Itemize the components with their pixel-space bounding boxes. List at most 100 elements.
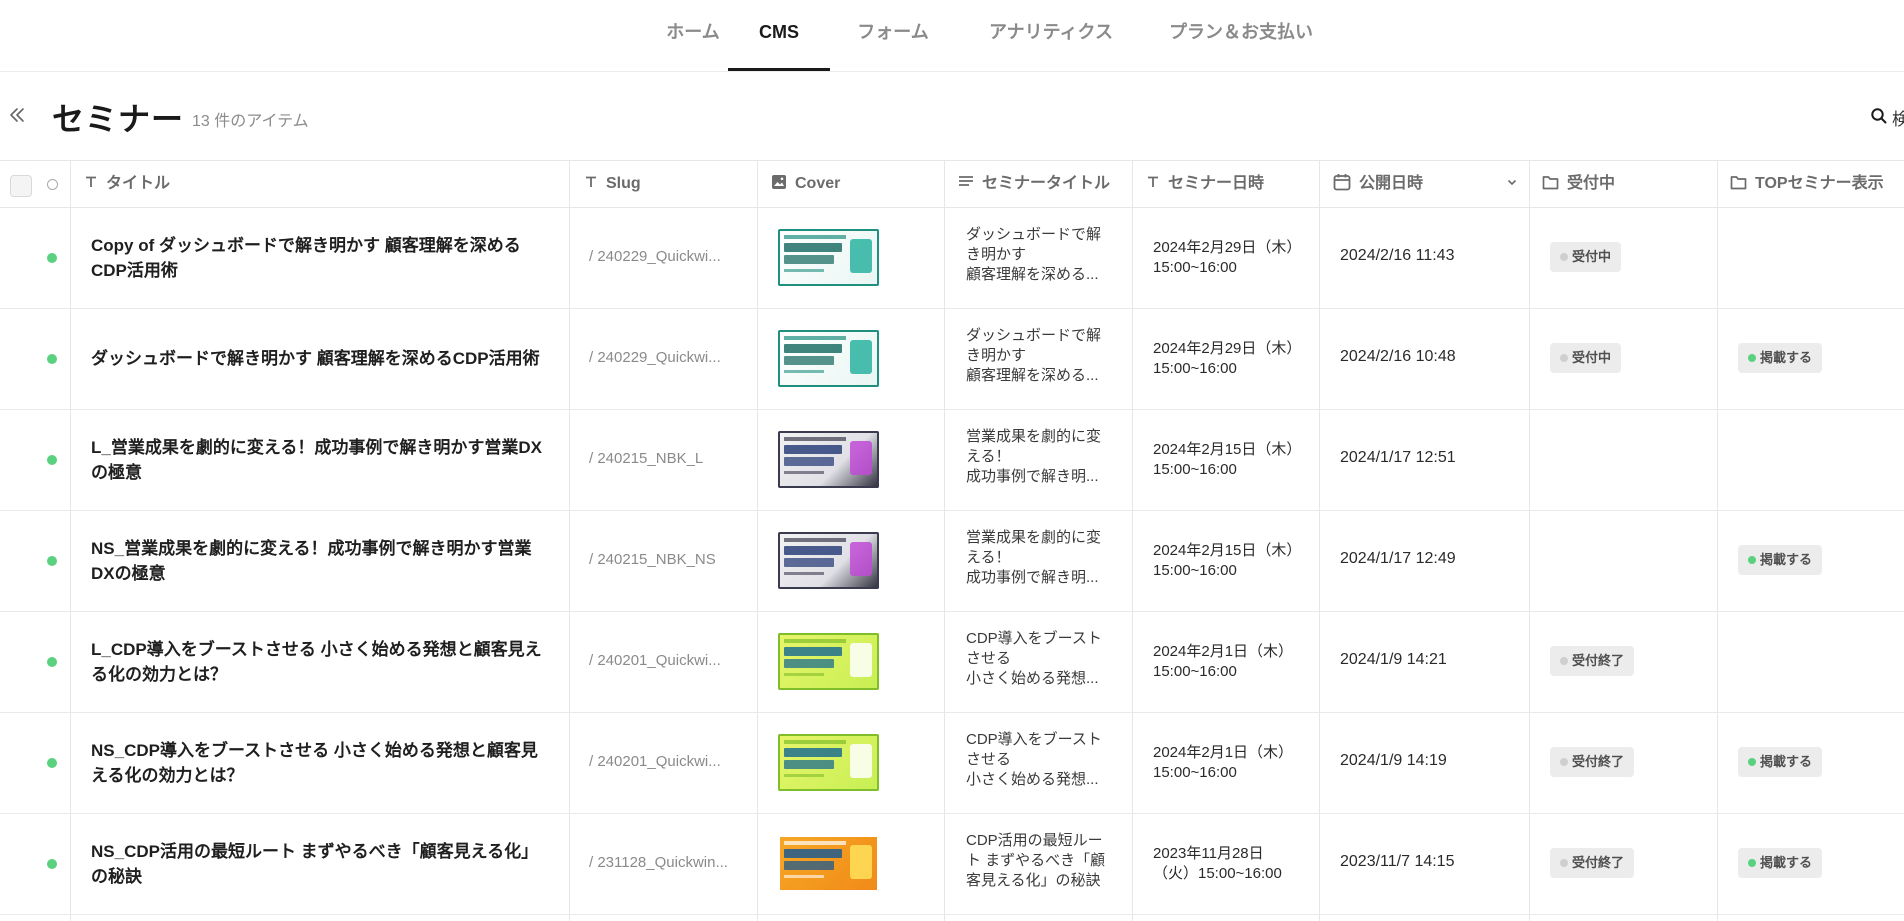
top-navigation: ホーム CMS フォーム アナリティクス プラン＆お支払い: [0, 0, 1904, 72]
cell-seminar-date[interactable]: 2024年2月1日（木）15:00~16:00: [1153, 743, 1298, 783]
top-display-dot: [1748, 859, 1756, 867]
cell-seminar-title[interactable]: ダッシュボードで解き明かす 顧客理解を深める...: [966, 225, 1108, 285]
cell-seminar-title[interactable]: 営業成果を劇的に変える！ 成功事例で解き明...: [966, 528, 1108, 588]
table-header: タイトル Slug Cover セミナータイトル セミナー日時 公開日時 受付中…: [0, 160, 1904, 208]
search-icon: [1871, 108, 1887, 124]
top-display-badge[interactable]: 掲載する: [1738, 848, 1823, 878]
cell-published-date[interactable]: 2024/1/9 14:21: [1340, 651, 1520, 669]
cell-published-date[interactable]: 2024/1/17 12:51: [1340, 449, 1520, 467]
cell-seminar-title[interactable]: CDP活用の最短ルート まずやるべき「顧客見える化」の秘訣: [966, 831, 1108, 891]
table-row[interactable]: L_営業成果を劇的に変える！成功事例で解き明かす営業DXの極意 / 240215_…: [0, 409, 1904, 511]
cell-title[interactable]: ダッシュボードで解き明かす 顧客理解を深めるCDP活用術: [91, 346, 551, 371]
cell-slug[interactable]: / 240215_NBK_NS: [589, 551, 739, 568]
column-header-cover[interactable]: Cover: [771, 161, 840, 207]
cell-seminar-date[interactable]: 2024年2月29日（木）15:00~16:00: [1153, 339, 1298, 379]
cell-slug[interactable]: / 240215_NBK_L: [589, 450, 739, 467]
top-display-badge[interactable]: 掲載する: [1738, 545, 1823, 575]
cell-title[interactable]: NS_CDP導入をブーストさせる 小さく始める発想と顧客見える化の効力とは？: [91, 738, 551, 788]
page-title: セミナー: [52, 101, 185, 137]
status-column-icon: [47, 179, 58, 190]
cell-seminar-title[interactable]: CDP導入をブーストさせる 小さく始める発想...: [966, 730, 1108, 790]
cell-cover-thumbnail[interactable]: [778, 633, 879, 690]
search-button[interactable]: 検: [1870, 104, 1904, 129]
cell-slug[interactable]: / 231128_Quickwin...: [589, 854, 739, 871]
tab-forms[interactable]: フォーム: [846, 0, 940, 71]
status-badge[interactable]: 受付終了: [1550, 747, 1635, 777]
status-dot: [1560, 253, 1568, 261]
cell-seminar-date[interactable]: 2023年11月28日（火）15:00~16:00: [1153, 844, 1298, 884]
text-type-icon: [1148, 176, 1158, 188]
cell-slug[interactable]: / 240229_Quickwi...: [589, 248, 739, 265]
cell-cover-thumbnail[interactable]: [778, 431, 879, 488]
cell-cover-thumbnail[interactable]: [778, 734, 879, 791]
top-display-label: 掲載する: [1760, 350, 1813, 365]
cell-published-date[interactable]: 2024/1/17 12:49: [1340, 550, 1520, 568]
status-badge-label: 受付中: [1572, 249, 1612, 264]
table-row[interactable]: NS_営業成果を劇的に変える！成功事例で解き明かす営業DXの極意 / 240215…: [0, 510, 1904, 612]
text-type-icon: [586, 176, 596, 188]
collapse-sidebar-icon[interactable]: [6, 104, 28, 126]
cell-cover-thumbnail[interactable]: [778, 229, 879, 286]
table-row[interactable]: L_CDP導入をブーストさせる 小さく始める発想と顧客見える化の効力とは？ / 2…: [0, 611, 1904, 713]
status-badge[interactable]: 受付中: [1550, 242, 1622, 272]
cell-cover-thumbnail[interactable]: [778, 330, 879, 387]
published-status-dot: [47, 354, 57, 364]
cell-title[interactable]: Copy of ダッシュボードで解き明かす 顧客理解を深めるCDP活用術: [91, 233, 551, 283]
table-row[interactable]: NS_CDP導入をブーストさせる 小さく始める発想と顧客見える化の効力とは？ / …: [0, 712, 1904, 814]
cell-cover-thumbnail[interactable]: [778, 835, 879, 892]
cell-seminar-title[interactable]: CDP導入をブーストさせる 小さく始める発想...: [966, 629, 1108, 689]
calendar-icon: [1333, 174, 1351, 191]
image-icon: [772, 175, 786, 190]
status-badge-label: 受付中: [1572, 350, 1612, 365]
select-all-checkbox[interactable]: [10, 175, 32, 197]
search-label: 検: [1892, 110, 1904, 129]
active-tab-indicator: [728, 68, 830, 71]
cell-slug[interactable]: / 240201_Quickwi...: [589, 753, 739, 770]
column-header-seminar-date[interactable]: セミナー日時: [1146, 161, 1264, 207]
table-row[interactable]: NS_CDP活用の最短ルート まずやるべき「顧客見える化」の秘訣 / 231128…: [0, 813, 1904, 915]
top-display-label: 掲載する: [1760, 754, 1813, 769]
cell-seminar-date[interactable]: 2024年2月1日（木）15:00~16:00: [1153, 642, 1298, 682]
cell-cover-thumbnail[interactable]: [778, 532, 879, 589]
published-status-dot: [47, 455, 57, 465]
cell-published-date[interactable]: 2024/2/16 11:43: [1340, 247, 1520, 265]
cell-published-date[interactable]: 2024/2/16 10:48: [1340, 348, 1520, 366]
column-header-title[interactable]: タイトル: [84, 161, 170, 207]
cell-published-date[interactable]: 2024/1/9 14:19: [1340, 752, 1520, 770]
status-badge-label: 受付終了: [1572, 855, 1625, 870]
tab-analytics[interactable]: アナリティクス: [982, 0, 1120, 71]
cell-published-date[interactable]: 2023/11/7 14:15: [1340, 853, 1520, 871]
sort-chevron[interactable]: [1506, 161, 1526, 207]
table-row[interactable]: ダッシュボードで解き明かす 顧客理解を深めるCDP活用術 / 240229_Qui…: [0, 308, 1904, 410]
status-badge-label: 受付終了: [1572, 653, 1625, 668]
published-status-dot: [47, 657, 57, 667]
cell-slug[interactable]: / 240201_Quickwi...: [589, 652, 739, 669]
status-badge[interactable]: 受付終了: [1550, 646, 1635, 676]
tab-plan-billing[interactable]: プラン＆お支払い: [1162, 0, 1320, 71]
cell-seminar-title[interactable]: 営業成果を劇的に変える！ 成功事例で解き明...: [966, 427, 1108, 487]
table-row[interactable]: Copy of ダッシュボードで解き明かす 顧客理解を深めるCDP活用術 / 24…: [0, 207, 1904, 309]
top-display-badge[interactable]: 掲載する: [1738, 747, 1823, 777]
status-badge[interactable]: 受付中: [1550, 343, 1622, 373]
cell-seminar-date[interactable]: 2024年2月29日（木）15:00~16:00: [1153, 238, 1298, 278]
column-header-top-display[interactable]: TOPセミナー表示: [1730, 161, 1884, 207]
top-display-badge[interactable]: 掲載する: [1738, 343, 1823, 373]
cell-title[interactable]: NS_営業成果を劇的に変える！成功事例で解き明かす営業DXの極意: [91, 536, 551, 586]
status-badge[interactable]: 受付終了: [1550, 848, 1635, 878]
tab-cms[interactable]: CMS: [728, 0, 830, 71]
column-header-slug[interactable]: Slug: [584, 161, 641, 207]
cell-seminar-date[interactable]: 2024年2月15日（木）15:00~16:00: [1153, 440, 1298, 480]
cell-title[interactable]: L_CDP導入をブーストさせる 小さく始める発想と顧客見える化の効力とは？: [91, 637, 551, 687]
cell-title[interactable]: L_営業成果を劇的に変える！成功事例で解き明かす営業DXの極意: [91, 435, 551, 485]
cell-seminar-date[interactable]: 2024年2月15日（木）15:00~16:00: [1153, 541, 1298, 581]
cell-slug[interactable]: / 240229_Quickwi...: [589, 349, 739, 366]
column-header-seminar-title[interactable]: セミナータイトル: [958, 161, 1110, 207]
published-status-dot: [47, 253, 57, 263]
cell-seminar-title[interactable]: ダッシュボードで解き明かす 顧客理解を深める...: [966, 326, 1108, 386]
status-dot: [1560, 859, 1568, 867]
top-display-dot: [1748, 354, 1756, 362]
column-header-published[interactable]: 公開日時: [1333, 161, 1423, 207]
column-header-accepting[interactable]: 受付中: [1542, 161, 1615, 207]
cell-title[interactable]: NS_CDP活用の最短ルート まずやるべき「顧客見える化」の秘訣: [91, 839, 551, 889]
text-type-icon: [86, 176, 96, 188]
